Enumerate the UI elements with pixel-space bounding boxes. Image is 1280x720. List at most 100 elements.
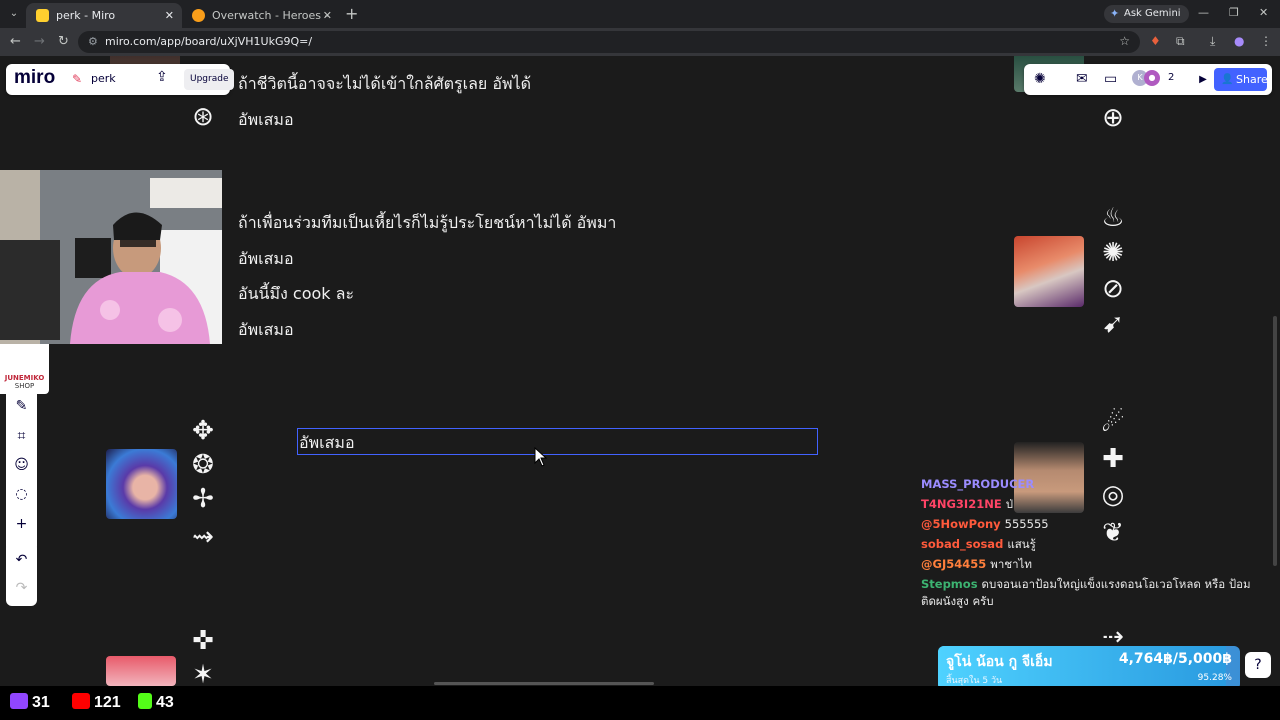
tab-title: perk - Miro bbox=[56, 9, 116, 22]
redo-icon[interactable]: ↷ bbox=[6, 576, 37, 600]
board-text[interactable]: ถ้าเพื่อนร่วมทีมเป็นเหี้ยไรก็ไม่รู้ประโย… bbox=[238, 211, 616, 236]
miro-collab-bar: ✺ ✉ ▭ K ● 2 ▶ 👤 Share bbox=[1024, 64, 1272, 95]
ability-icon: ➹ bbox=[1102, 309, 1124, 339]
chat-message: @GJ54455 พาชาไท bbox=[921, 554, 1261, 574]
chat-username: @5HowPony bbox=[921, 517, 1001, 531]
board-text[interactable]: อัพเสมอ bbox=[238, 318, 294, 343]
shapes-tool-icon[interactable]: ☺ bbox=[6, 453, 37, 477]
ability-icon: ⊕ bbox=[1102, 103, 1124, 133]
close-tab-icon[interactable]: ✕ bbox=[323, 3, 332, 28]
collaborator-avatar[interactable]: ● bbox=[1144, 70, 1160, 86]
ability-icon: ✚ bbox=[1102, 444, 1124, 474]
youtube-count: 121 bbox=[94, 694, 121, 711]
help-button[interactable]: ? bbox=[1245, 652, 1271, 678]
bookmark-star-icon[interactable]: ☆ bbox=[1119, 34, 1130, 48]
chrome-menu-icon[interactable]: ⋮ bbox=[1260, 34, 1272, 48]
comment-tool-icon[interactable]: ◌ bbox=[6, 482, 37, 506]
profile-avatar-icon[interactable]: ● bbox=[1234, 34, 1244, 48]
close-window-icon[interactable]: ✕ bbox=[1259, 6, 1268, 19]
collaborator-count[interactable]: 2 bbox=[1168, 72, 1174, 83]
donation-title: จูโน่ น้อน กู จีเอ็ม bbox=[946, 654, 1053, 670]
twitch-count: 31 bbox=[32, 694, 50, 711]
address-bar-row: ← → ↻ ⚙ miro.com/app/board/uXjVH1UkG9Q=/… bbox=[0, 28, 1280, 56]
stream-chat: MASS_PRODUCER T4NG3I21NE ป่ @5HowPony 5555… bbox=[921, 474, 1261, 610]
video-call-icon[interactable]: ▭ bbox=[1104, 71, 1117, 87]
frame-tool-icon[interactable]: ⌗ bbox=[6, 424, 37, 448]
comments-icon[interactable]: ✉ bbox=[1076, 71, 1088, 87]
close-tab-icon[interactable]: ✕ bbox=[165, 3, 174, 28]
reload-icon[interactable]: ↻ bbox=[58, 34, 69, 49]
donation-percent: 95.28% bbox=[1197, 673, 1232, 683]
selected-text-box[interactable]: อัพเสมอ bbox=[297, 428, 818, 455]
present-icon[interactable]: ▶ bbox=[1194, 71, 1212, 89]
chat-text: ป่ bbox=[1005, 497, 1013, 511]
upgrade-button[interactable]: Upgrade bbox=[184, 69, 235, 90]
ability-icon: ⊘ bbox=[1102, 274, 1124, 304]
pencil-icon: ✎ bbox=[72, 72, 83, 86]
twitch-viewers: 31 bbox=[10, 693, 50, 712]
kick-icon bbox=[138, 693, 152, 709]
donation-subtitle: สิ้นสุดใน 5 วัน bbox=[946, 676, 1003, 686]
board-text[interactable]: ถ้าชีวิตนี้อาจจะไม่ได้เข้าใกล้ศัตรูเลย อ… bbox=[238, 72, 531, 97]
chat-message: MASS_PRODUCER bbox=[921, 474, 1261, 494]
ability-icon: ❂ bbox=[192, 450, 214, 480]
board-text[interactable]: อัพเสมอ bbox=[238, 108, 294, 133]
chat-text: 555555 bbox=[1004, 517, 1049, 531]
board-name[interactable]: perk bbox=[91, 72, 116, 85]
back-icon[interactable]: ← bbox=[10, 34, 21, 49]
overwatch-favicon-icon bbox=[192, 9, 205, 22]
editing-text[interactable]: อัพเสมอ bbox=[299, 431, 355, 456]
restore-icon[interactable]: ❐ bbox=[1229, 6, 1239, 19]
site-info-icon[interactable]: ⚙ bbox=[88, 35, 98, 48]
chat-username: T4NG3I21NE bbox=[921, 497, 1002, 511]
youtube-icon bbox=[72, 693, 90, 709]
ability-icon: ⊛ bbox=[192, 102, 214, 132]
juno-portrait bbox=[106, 449, 177, 519]
reactions-icon[interactable]: ✺ bbox=[1034, 71, 1046, 87]
undo-redo-panel: ↶ ↷ bbox=[6, 542, 37, 606]
tab-search-icon[interactable]: ⌄ bbox=[6, 6, 22, 22]
miro-board-header: miro ✎ perk ⇪ Upgrade bbox=[6, 64, 235, 95]
tab-miro[interactable]: perk - Miro ✕ bbox=[26, 3, 182, 28]
share-user-icon: 👤 bbox=[1221, 74, 1234, 85]
streamer-webcam-image bbox=[0, 170, 222, 344]
extensions-puzzle-icon[interactable]: ⧉ bbox=[1176, 34, 1185, 49]
ask-gemini-label: Ask Gemini bbox=[1124, 8, 1181, 19]
new-tab-icon[interactable]: + bbox=[345, 4, 358, 23]
ability-icon: ♨ bbox=[1101, 203, 1125, 233]
chat-username: Stepmos bbox=[921, 577, 978, 591]
chat-message: Stepmos ดบจอนเอาป้อมใหญ่แข็งแรงดอนโอเวอโห… bbox=[921, 576, 1261, 610]
chat-username: @GJ54455 bbox=[921, 557, 987, 571]
kick-viewers: 43 bbox=[138, 693, 174, 712]
junemiko-shop-logo: JUNEMIKO SHOP bbox=[0, 344, 49, 394]
tab-overwatch[interactable]: Overwatch - Heroes - Zenyatta ✕ bbox=[182, 3, 340, 47]
minimize-icon[interactable]: — bbox=[1198, 6, 1209, 19]
chat-username: MASS_PRODUCER bbox=[921, 477, 1035, 491]
horizontal-scrollbar[interactable] bbox=[434, 682, 654, 685]
miro-board-canvas[interactable]: ⊛ ⊕ ♨ ✺ ⊘ ➹ ✥ ❂ ✢ ⇝ ☄ ✚ ◎ ❦ ✜ ✶ ⇢ ถ้าชีว… bbox=[0, 56, 1280, 686]
pen-tool-icon[interactable]: ✎ bbox=[6, 394, 37, 418]
url-text: miro.com/app/board/uXjVH1UkG9Q=/ bbox=[105, 35, 313, 48]
moira-portrait bbox=[1014, 236, 1084, 307]
ask-gemini-button[interactable]: ✦ Ask Gemini bbox=[1104, 5, 1189, 23]
kick-count: 43 bbox=[156, 694, 174, 711]
share-button[interactable]: 👤 Share bbox=[1214, 68, 1268, 91]
download-icon[interactable]: ⤓ bbox=[1210, 34, 1215, 49]
forward-icon[interactable]: → bbox=[34, 34, 45, 49]
export-icon[interactable]: ⇪ bbox=[156, 69, 168, 85]
donation-amount: 4,764฿/5,000฿ bbox=[1118, 651, 1232, 667]
vertical-scrollbar[interactable] bbox=[1273, 316, 1277, 566]
miro-logo[interactable]: miro bbox=[14, 67, 55, 89]
url-field[interactable]: ⚙ miro.com/app/board/uXjVH1UkG9Q=/ ☆ bbox=[78, 31, 1140, 53]
board-text[interactable]: อันนี้มึง cook ละ bbox=[238, 282, 354, 307]
board-text[interactable]: อัพเสมอ bbox=[238, 247, 294, 272]
chat-message: sobad_sosad แสนรู้ bbox=[921, 534, 1261, 554]
ability-icon: ✺ bbox=[1102, 238, 1124, 268]
add-tool-icon[interactable]: + bbox=[6, 512, 37, 536]
ability-icon: ✢ bbox=[192, 484, 214, 514]
ability-icon: ✜ bbox=[192, 626, 214, 656]
ability-icon: ☄ bbox=[1101, 408, 1125, 438]
miro-favicon-icon bbox=[36, 9, 49, 22]
extension-icon[interactable]: ♦ bbox=[1150, 34, 1161, 48]
undo-icon[interactable]: ↶ bbox=[6, 548, 37, 572]
